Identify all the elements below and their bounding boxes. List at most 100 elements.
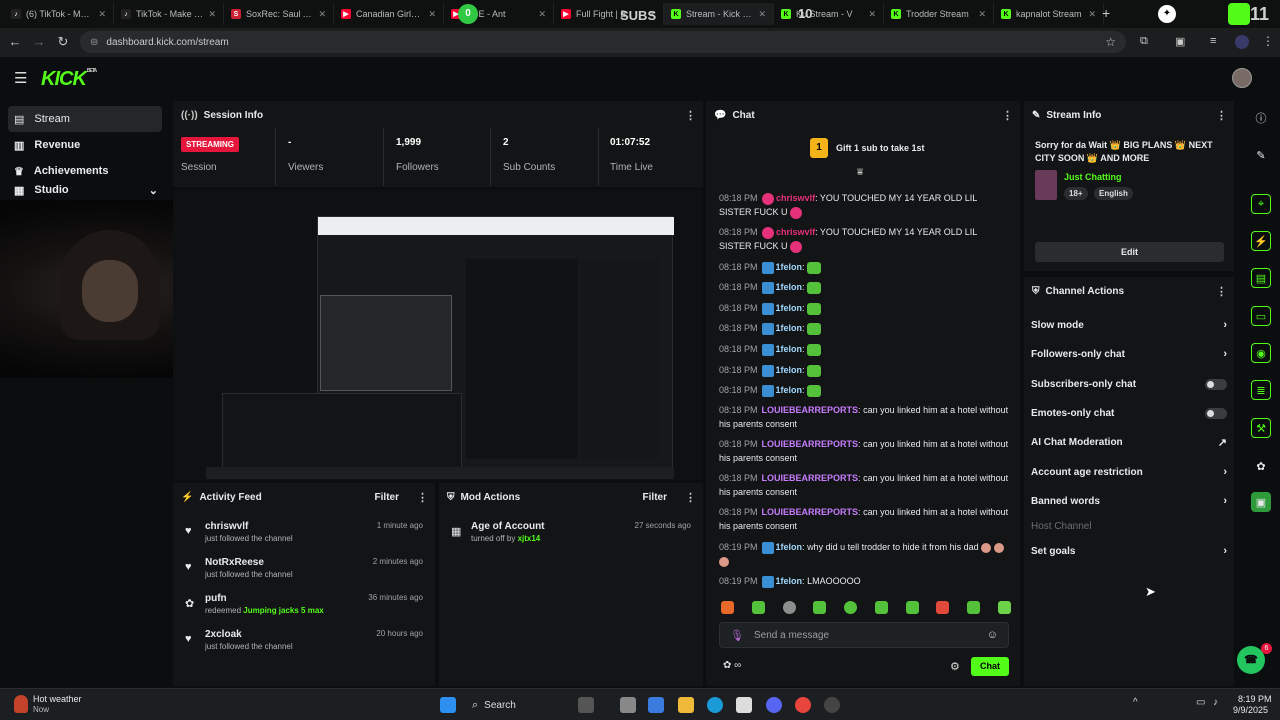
action-account-age[interactable]: Account age restriction › (1031, 462, 1227, 482)
windows-start-icon[interactable] (440, 697, 456, 713)
bookmark-star-icon[interactable]: ☆ (1105, 35, 1116, 49)
close-tab-icon[interactable]: ✕ (208, 9, 216, 20)
emote-button[interactable] (905, 601, 919, 614)
extension-star-icon[interactable]: ✦ (1158, 5, 1176, 23)
emote-button[interactable] (782, 601, 796, 614)
pinned-toggle-icon[interactable]: ⩸ (857, 167, 863, 178)
weather-title[interactable]: Hot weather (33, 694, 82, 704)
close-tab-icon[interactable]: ✕ (318, 9, 326, 20)
settings-gear-icon[interactable]: ⚙ (950, 660, 960, 673)
emote-button[interactable] (844, 601, 858, 614)
pencil-icon[interactable]: ✎ (1251, 145, 1271, 165)
taskbar-search[interactable]: ⌕ Search (468, 695, 568, 715)
gift-sub-banner[interactable]: 1 Gift 1 sub to take 1st (810, 138, 925, 158)
bolt-icon[interactable]: ⚡ (1251, 231, 1271, 251)
stream-preview[interactable] (173, 190, 703, 480)
browser-tab[interactable]: K Ku Stream - V ✕ (774, 3, 884, 25)
filter-button[interactable]: Filter (643, 492, 667, 503)
emote-button[interactable] (751, 601, 765, 614)
browser-tab-active[interactable]: K Stream - Kick Da ✕ (664, 3, 774, 25)
copilot-icon[interactable] (648, 697, 664, 713)
category-name[interactable]: Just Chatting (1064, 172, 1122, 182)
downloads-icon[interactable]: ≡ (1210, 35, 1216, 47)
browser-tab[interactable]: Kkapnalot Stream ✕ (994, 3, 1104, 25)
back-icon[interactable]: ← (4, 34, 26, 49)
action-slow-mode[interactable]: Slow mode › (1031, 315, 1227, 335)
sidebar-item-stream[interactable]: ▤ Stream (8, 106, 162, 132)
close-tab-icon[interactable]: ✕ (978, 9, 986, 20)
emotes-only-toggle[interactable] (1205, 407, 1227, 419)
extensions-icon[interactable]: ⧉ (1140, 35, 1148, 48)
edge-icon[interactable] (707, 697, 723, 713)
close-tab-icon[interactable]: ✕ (1088, 9, 1096, 20)
close-tab-icon[interactable]: ✕ (868, 9, 876, 20)
tray-chevron-icon[interactable]: ^ (1133, 697, 1138, 708)
hamburger-menu-icon[interactable]: ☰ (14, 69, 27, 87)
profile-icon[interactable] (1235, 35, 1249, 49)
new-tab-button[interactable]: + (1102, 5, 1110, 21)
chat-points-icon[interactable]: ✿ ∞ (723, 660, 741, 671)
split-view-icon[interactable]: ▣ (1175, 35, 1185, 48)
edit-button[interactable]: Edit (1035, 242, 1224, 262)
sidebar-item-studio[interactable]: ▦ Studio ⌄ (0, 184, 170, 198)
site-info-icon[interactable]: ⊜ (90, 37, 98, 48)
chat-icon[interactable]: ▭ (1251, 306, 1271, 326)
subscribers-only-toggle[interactable] (1205, 378, 1227, 390)
emoji-icon[interactable]: ☺ (987, 629, 998, 641)
info-icon[interactable]: ⓘ (1251, 108, 1271, 128)
more-icon[interactable]: ⋮ (417, 491, 428, 504)
emote-button[interactable] (997, 601, 1011, 614)
sidebar-item-revenue[interactable]: ▥ Revenue (0, 132, 170, 158)
flower-icon[interactable]: ✿ (1251, 456, 1271, 476)
wrench-icon[interactable]: ⚒ (1251, 418, 1271, 438)
volume-icon[interactable]: ♪ (1213, 697, 1218, 708)
task-view-icon[interactable] (578, 697, 594, 713)
more-icon[interactable]: ⋮ (685, 491, 696, 504)
close-tab-icon[interactable]: ✕ (538, 9, 546, 20)
emote-button[interactable] (874, 601, 888, 614)
close-tab-icon[interactable]: ✕ (758, 9, 766, 20)
browser-tab[interactable]: ▶ Canadian Girls Re ✕ (334, 3, 444, 25)
action-set-goals[interactable]: Set goals › (1031, 541, 1227, 561)
send-chat-button[interactable]: Chat (971, 657, 1009, 676)
more-icon[interactable]: ⋮ (1216, 109, 1227, 122)
widgets-icon[interactable] (620, 697, 636, 713)
reload-icon[interactable]: ↻ (52, 34, 74, 50)
obs-icon[interactable] (824, 697, 840, 713)
emote-button[interactable] (936, 601, 950, 614)
action-banned-words[interactable]: Banned words › (1031, 491, 1227, 511)
browser-tab[interactable]: S SoxRec: Saul Alva ✕ (224, 3, 334, 25)
browser-menu-icon[interactable]: ⋮ (1262, 34, 1274, 48)
network-icon[interactable]: ▭ (1196, 697, 1205, 708)
emote-button[interactable] (813, 601, 827, 614)
filter-button[interactable]: Filter (375, 492, 399, 503)
browser-tab[interactable]: ♪ TikTok - Make Yo ✕ (114, 3, 224, 25)
browser-tab[interactable]: K Trodder Stream ✕ (884, 3, 994, 25)
broadcast-icon[interactable]: ◉ (1251, 343, 1271, 363)
emote-button[interactable] (967, 601, 981, 614)
microphone-icon[interactable]: 🎙 (730, 629, 744, 642)
forward-icon[interactable]: → (28, 34, 50, 49)
server-icon[interactable]: ≣ (1251, 380, 1271, 400)
more-icon[interactable]: ⋮ (1002, 109, 1013, 122)
sidebar-item-achievements[interactable]: ♛ Achievements (0, 158, 170, 184)
chat-input[interactable]: 🎙 Send a message ☺ (719, 622, 1009, 648)
browser-tab[interactable]: ♪ (6) TikTok - Make ✕ (4, 3, 114, 25)
discord-icon[interactable] (766, 697, 782, 713)
plus-icon[interactable]: ▣ (1251, 492, 1271, 512)
file-explorer-icon[interactable] (678, 697, 694, 713)
close-tab-icon[interactable]: ✕ (428, 9, 436, 20)
url-field[interactable]: ⊜ dashboard.kick.com/stream ☆ (80, 31, 1126, 53)
target-icon[interactable]: ⌖ (1251, 194, 1271, 214)
kick-logo[interactable]: KICKBETA (41, 68, 97, 91)
action-ai-moderation[interactable]: AI Chat Moderation ↗ (1031, 432, 1227, 452)
more-icon[interactable]: ⋮ (1216, 285, 1227, 298)
chrome-icon[interactable] (795, 697, 811, 713)
clipboard-icon[interactable]: ▤ (1251, 268, 1271, 288)
clock-time[interactable]: 8:19 PM (1238, 694, 1272, 704)
user-avatar[interactable] (1232, 68, 1252, 88)
store-icon[interactable] (736, 697, 752, 713)
action-followers-only[interactable]: Followers-only chat › (1031, 344, 1227, 364)
more-icon[interactable]: ⋮ (685, 109, 696, 122)
close-tab-icon[interactable]: ✕ (98, 9, 106, 20)
